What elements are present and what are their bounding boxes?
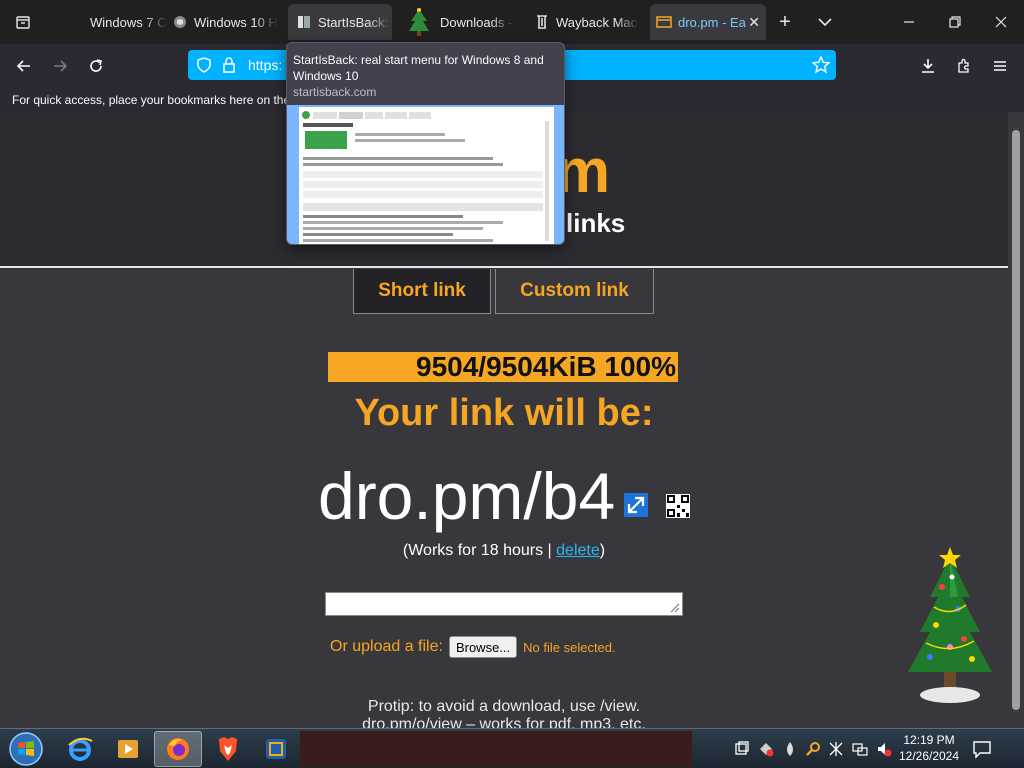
reload-button[interactable] [82,52,110,80]
preview-domain: startisback.com [293,85,377,99]
list-all-tabs-button[interactable] [802,0,848,44]
close-window-button[interactable] [978,0,1024,44]
delete-link[interactable]: delete [556,542,600,559]
lock-icon[interactable] [222,57,236,78]
page-scrollbar[interactable] [1008,112,1024,728]
notifications-icon[interactable] [972,739,992,759]
preview-thumbnail [287,105,564,244]
tab-dropm[interactable]: dro.pm - Ea ✕ [650,4,766,40]
bookmark-star-icon[interactable] [811,55,831,79]
tab-bar: Windows 7 Cl Windows 10 H StartIsBack: r… [0,0,1024,44]
file-status: No file selected. [523,639,616,655]
taskbar-virtualbox-icon[interactable] [252,731,300,767]
tray-tools-icon[interactable] [828,741,844,757]
clock-time: 12:19 PM [903,733,955,747]
wayback-icon [534,14,550,30]
tab-windows10[interactable]: Windows 10 H [172,4,278,40]
tab-list-icon[interactable] [0,0,46,44]
system-clock[interactable]: 12:19 PM 12/26/2024 [894,732,964,764]
startisback-icon [296,14,312,30]
taskbar-firefox-icon[interactable] [154,731,202,767]
tray-network-icon[interactable] [852,741,868,757]
forward-button[interactable] [46,52,74,80]
extensions-button[interactable] [950,52,978,80]
tray-droplet-icon[interactable] [782,741,798,757]
scrollbar-thumb[interactable] [1012,130,1020,710]
browse-button[interactable]: Browse... [448,636,518,658]
downloads-button[interactable] [914,52,942,80]
taskbar-media-center-icon[interactable] [104,731,152,767]
blank-favicon-icon [68,14,84,30]
short-url[interactable]: dro.pm/b4 [318,458,615,534]
tray-search-icon[interactable] [806,741,822,757]
preview-title: StartIsBack: real start menu for Windows… [293,53,544,83]
taskbar-internet-explorer-icon[interactable] [56,731,104,767]
taskbar-brave-icon[interactable] [204,731,252,767]
upload-row: Or upload a file: Browse... No file sele… [330,636,616,658]
dropm-icon [656,14,672,30]
tab-custom-link[interactable]: Custom link [495,269,654,314]
tray-windows-icon[interactable] [734,741,750,757]
tree-icon [404,8,434,36]
progress-text: 9504/9504KiB 100% [416,351,676,382]
paste-textarea[interactable] [325,592,683,616]
site-tagline: links [566,208,626,238]
expiry-info: (Works for 18 hours | delete) [402,542,606,559]
tab-wayback[interactable]: Wayback Mac [534,4,640,40]
tab-startisback[interactable]: StartIsBack: re [288,4,392,40]
tray-volume-muted-icon[interactable] [876,741,892,757]
qr-code-icon[interactable] [666,494,690,518]
menu-button[interactable] [986,52,1014,80]
shield-icon[interactable] [196,57,212,78]
tab-windows7[interactable]: Windows 7 Cl [68,4,168,40]
open-link-icon[interactable] [624,493,648,517]
clock-date: 12/26/2024 [898,749,960,763]
back-button[interactable] [10,52,38,80]
close-tab-icon[interactable]: ✕ [748,14,760,31]
tab-short-link[interactable]: Short link [353,269,491,314]
resize-grip-icon[interactable] [668,601,680,613]
minimize-button[interactable] [886,0,932,44]
windows-taskbar: 12:19 PM 12/26/2024 [0,728,1024,768]
tray-network-alert-icon[interactable] [758,741,774,757]
result-heading: Your link will be: [354,392,654,434]
taskbar-empty-area [300,731,692,767]
windows-icon [172,14,188,30]
restore-button[interactable] [932,0,978,44]
christmas-tree-icon [900,547,1000,712]
start-button[interactable] [6,731,46,767]
url-text[interactable]: https: [248,57,282,73]
upload-progress-bar: 9504/9504KiB 100% [328,352,678,382]
protip: Protip: to avoid a download, use /view. … [362,698,646,728]
tab-downloads[interactable]: Downloads - V [404,4,514,40]
upload-label: Or upload a file: [330,638,443,655]
tab-preview-popup: StartIsBack: real start menu for Windows… [286,42,565,245]
